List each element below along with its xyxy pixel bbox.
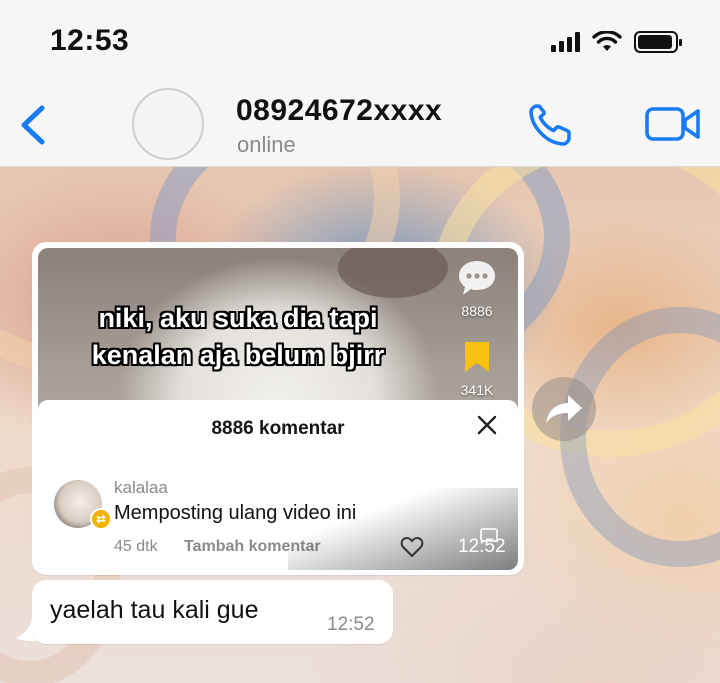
- comment-bubble-icon: [459, 261, 495, 295]
- battery-icon: [634, 31, 682, 53]
- contact-name[interactable]: 08924672xxxx: [236, 94, 442, 128]
- forward-button[interactable]: [532, 377, 596, 441]
- text-message-content: yaelah tau kali gue: [50, 596, 259, 624]
- comment-age: 45 dtk: [114, 538, 158, 555]
- chat-header: 08924672xxxx online: [0, 80, 720, 167]
- media-message-time: 12:52: [458, 536, 506, 557]
- bookmark-icon: [465, 342, 489, 372]
- wifi-icon: [592, 31, 622, 51]
- video-caption-line-2: kenalan aja belum bjirr: [91, 340, 385, 370]
- contact-avatar[interactable]: [132, 88, 204, 160]
- text-message-time: 12:52: [327, 614, 375, 635]
- close-icon[interactable]: [476, 414, 498, 436]
- video-caption-line-1: niki, aku suka dia tapi: [98, 303, 378, 333]
- phone-icon[interactable]: [527, 102, 575, 148]
- signal-icon: [551, 32, 580, 52]
- chevron-left-icon[interactable]: [16, 104, 50, 146]
- status-time: 12:53: [50, 24, 130, 57]
- comments-panel-title: 8886 komentar: [211, 418, 345, 439]
- video-camera-icon[interactable]: [645, 106, 701, 142]
- contact-status: online: [237, 132, 296, 157]
- status-icons: [551, 30, 684, 54]
- shared-video-message[interactable]: niki, aku suka dia tapi kenalan aja belu…: [32, 242, 524, 575]
- video-thumbnail[interactable]: niki, aku suka dia tapi kenalan aja belu…: [38, 248, 518, 570]
- video-caption: niki, aku suka dia tapi kenalan aja belu…: [38, 300, 438, 374]
- comment-count: 8886: [461, 303, 493, 319]
- status-bar: 12:53: [0, 0, 720, 80]
- commenter-username: kalalaa: [114, 478, 168, 497]
- save-count: 341K: [460, 382, 494, 398]
- forward-icon: [546, 395, 582, 423]
- repost-badge-icon: ⇄: [90, 508, 112, 530]
